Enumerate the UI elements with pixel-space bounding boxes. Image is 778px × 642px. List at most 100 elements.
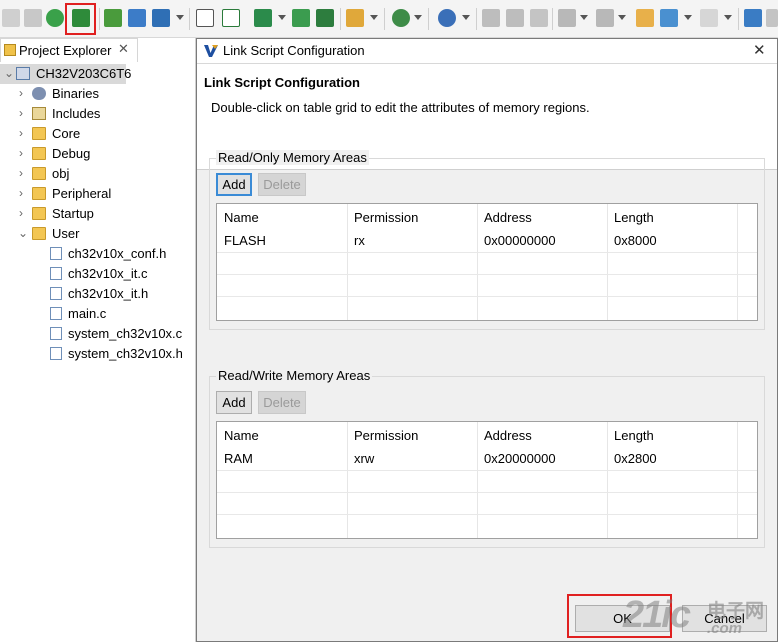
toolbar-separator <box>552 8 553 30</box>
readonly-memory-table[interactable]: Name Permission Address Length FLASH rx … <box>216 203 758 321</box>
tree-item-startup[interactable]: › Startup <box>0 204 190 224</box>
project-explorer-title: Project Explorer <box>19 43 112 58</box>
folder-icon <box>32 127 46 140</box>
previous-annotation-icon[interactable] <box>596 9 614 27</box>
table-cell-length[interactable]: 0x8000 <box>614 233 657 248</box>
back-icon[interactable] <box>660 9 678 27</box>
folder-icon <box>32 167 46 180</box>
readwrite-delete-button[interactable]: Delete <box>258 391 306 414</box>
chevron-down-icon[interactable] <box>278 15 286 20</box>
terminal-icon[interactable] <box>222 9 240 27</box>
close-icon[interactable]: ✕ <box>118 41 129 57</box>
tree-file-label: main.c <box>68 306 107 321</box>
search-icon[interactable] <box>438 9 456 27</box>
chevron-down-icon[interactable] <box>370 15 378 20</box>
tree-project-row[interactable]: ⌄ CH32V203C6T6 <box>0 64 131 84</box>
column-header-name[interactable]: Name <box>224 428 259 443</box>
table-cell-name[interactable]: RAM <box>224 451 253 466</box>
tree-file-ch32v10x-conf-h[interactable]: ch32v10x_conf.h <box>0 244 190 264</box>
toggle-mark-icon[interactable] <box>530 9 548 27</box>
export-icon[interactable] <box>346 9 364 27</box>
chevron-down-icon[interactable] <box>684 15 692 20</box>
tree-item-label: Peripheral <box>52 186 112 201</box>
chevron-down-icon[interactable]: ⌄ <box>4 66 14 80</box>
table-cell-name[interactable]: FLASH <box>224 233 266 248</box>
chevron-down-icon[interactable] <box>176 15 184 20</box>
tree-file-main-c[interactable]: main.c <box>0 304 190 324</box>
tree-file-ch32v10x-it-h[interactable]: ch32v10x_it.h <box>0 284 190 304</box>
column-header-permission[interactable]: Permission <box>354 210 418 225</box>
table-cell-address[interactable]: 0x20000000 <box>484 451 556 466</box>
close-icon[interactable]: ✕ <box>753 41 766 59</box>
chevron-down-icon[interactable] <box>724 15 732 20</box>
tree-item-binaries[interactable]: › Binaries <box>0 84 190 104</box>
copy-icon[interactable] <box>24 9 42 27</box>
column-header-length[interactable]: Length <box>614 428 654 443</box>
tree-item-core[interactable]: › Core <box>0 124 190 144</box>
tree-file-system-ch32v10x-c[interactable]: system_ch32v10x.c <box>0 324 190 344</box>
overflow-icon[interactable] <box>766 9 778 27</box>
column-divider <box>347 204 348 320</box>
table-cell-length[interactable]: 0x2800 <box>614 451 657 466</box>
column-header-length[interactable]: Length <box>614 210 654 225</box>
column-header-name[interactable]: Name <box>224 210 259 225</box>
last-edit-icon[interactable] <box>636 9 654 27</box>
layers-icon[interactable] <box>316 9 334 27</box>
pin-icon[interactable] <box>744 9 762 27</box>
tree-item-label: Startup <box>52 206 94 221</box>
column-header-address[interactable]: Address <box>484 210 532 225</box>
dialog-titlebar[interactable]: Link Script Configuration ✕ <box>197 39 777 64</box>
console-icon[interactable] <box>196 9 214 27</box>
next-annotation-icon[interactable] <box>558 9 576 27</box>
download-icon[interactable] <box>254 9 272 27</box>
tree-item-peripheral[interactable]: › Peripheral <box>0 184 190 204</box>
chevron-down-icon[interactable] <box>414 15 422 20</box>
chevron-down-icon[interactable] <box>462 15 470 20</box>
build-icon[interactable] <box>104 9 122 27</box>
column-header-address[interactable]: Address <box>484 428 532 443</box>
readwrite-add-button[interactable]: Add <box>216 391 252 414</box>
dialog-heading: Link Script Configuration <box>204 75 360 90</box>
tool-chain-icon[interactable] <box>152 9 170 27</box>
table-cell-permission[interactable]: rx <box>354 233 365 248</box>
debug-icon[interactable] <box>392 9 410 27</box>
chevron-right-icon[interactable]: › <box>19 146 23 160</box>
save-all-icon[interactable] <box>2 9 20 27</box>
readwrite-memory-table[interactable]: Name Permission Address Length RAM xrw 0… <box>216 421 758 539</box>
c-file-icon <box>50 327 62 340</box>
chevron-right-icon[interactable]: › <box>19 186 23 200</box>
chevron-right-icon[interactable]: › <box>19 126 23 140</box>
forward-icon[interactable] <box>700 9 718 27</box>
table-cell-address[interactable]: 0x00000000 <box>484 233 556 248</box>
tree-item-user[interactable]: ⌄ User <box>0 224 190 244</box>
tree-item-obj[interactable]: › obj <box>0 164 190 184</box>
readonly-add-button[interactable]: Add <box>216 173 252 196</box>
indent-icon[interactable] <box>482 9 500 27</box>
chevron-down-icon[interactable]: ⌄ <box>18 226 28 240</box>
chevron-right-icon[interactable]: › <box>19 166 23 180</box>
tree-project-label: CH32V203C6T6 <box>36 66 132 81</box>
project-icon[interactable] <box>128 9 146 27</box>
toolbar-separator <box>340 8 341 30</box>
chevron-right-icon[interactable]: › <box>19 86 23 100</box>
chevron-right-icon[interactable]: › <box>19 206 23 220</box>
outdent-icon[interactable] <box>506 9 524 27</box>
project-explorer-tab[interactable]: Project Explorer ✕ <box>0 38 138 62</box>
cancel-button[interactable]: Cancel <box>682 605 767 632</box>
readonly-delete-button[interactable]: Delete <box>258 173 306 196</box>
binaries-icon <box>32 87 46 100</box>
tree-item-debug[interactable]: › Debug <box>0 144 190 164</box>
tree-file-system-ch32v10x-h[interactable]: system_ch32v10x.h <box>0 344 190 364</box>
import-icon[interactable] <box>46 9 64 27</box>
flash-icon[interactable] <box>292 9 310 27</box>
column-divider <box>737 204 738 320</box>
table-cell-permission[interactable]: xrw <box>354 451 374 466</box>
tree-item-includes[interactable]: › Includes <box>0 104 190 124</box>
tree-file-ch32v10x-it-c[interactable]: ch32v10x_it.c <box>0 264 190 284</box>
chevron-down-icon[interactable] <box>580 15 588 20</box>
row-divider <box>217 274 757 275</box>
chevron-right-icon[interactable]: › <box>19 106 23 120</box>
column-header-permission[interactable]: Permission <box>354 428 418 443</box>
chevron-down-icon[interactable] <box>618 15 626 20</box>
column-divider <box>607 204 608 320</box>
